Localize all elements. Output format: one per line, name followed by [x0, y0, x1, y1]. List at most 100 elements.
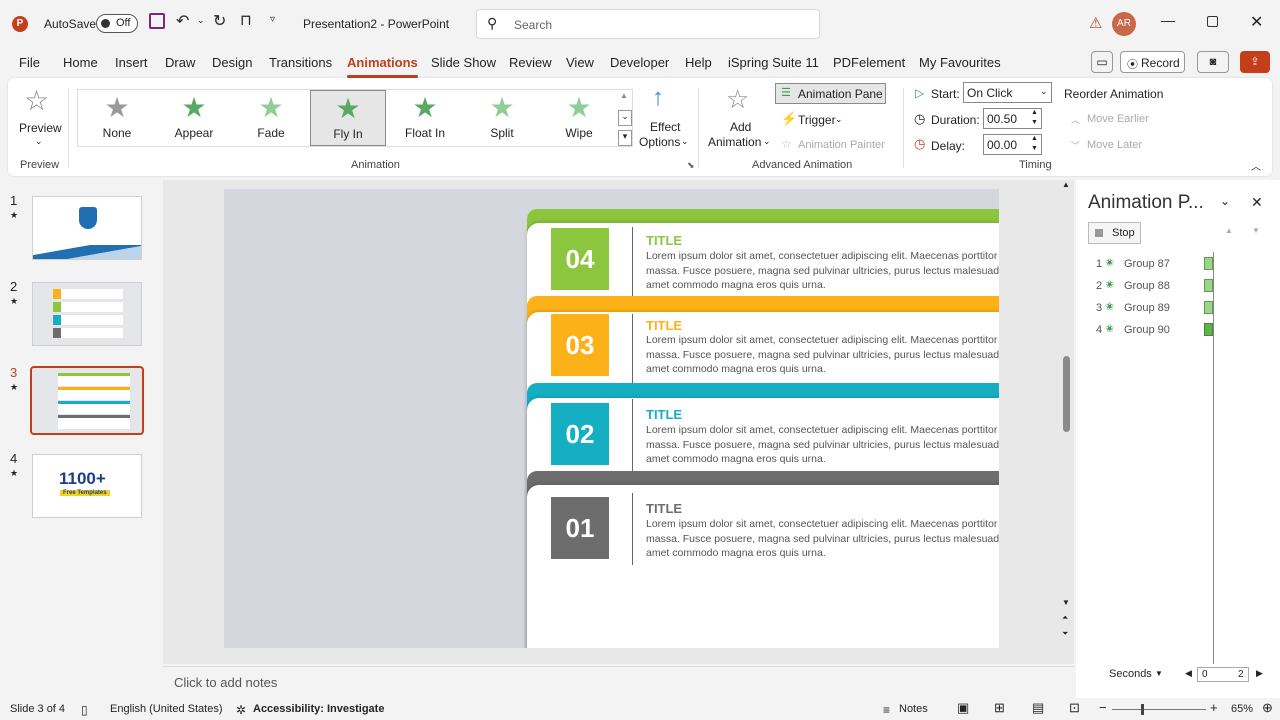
tab-home[interactable]: Home — [63, 55, 98, 70]
spellcheck-icon[interactable]: ▯ — [81, 703, 88, 717]
search-box[interactable]: ⚲ Search — [476, 9, 820, 39]
slide-thumbnail-4[interactable]: 1100+ Free Templates — [32, 454, 142, 518]
animation-none[interactable]: ★ None — [79, 90, 155, 146]
tab-transitions[interactable]: Transitions — [269, 55, 332, 70]
undo-dropdown-icon[interactable]: ⌄ — [197, 15, 205, 26]
add-animation-label-2[interactable]: Animation — [708, 135, 761, 149]
spinner-icon[interactable]: ▲ ▼ — [1031, 108, 1038, 128]
timeline-scale[interactable]: 0 2 — [1197, 667, 1249, 682]
card-01[interactable]: 01 TITLE Lorem ipsum dolor sit amet, con… — [527, 471, 999, 648]
tab-file[interactable]: File — [19, 55, 40, 70]
add-animation-icon[interactable]: ☆ — [726, 84, 749, 115]
effect-options-label-2[interactable]: Options — [639, 135, 680, 149]
preview-button[interactable]: Preview — [19, 121, 62, 135]
tab-animations[interactable]: Animations — [347, 55, 418, 78]
timeline-left-icon[interactable]: ◀ — [1185, 668, 1192, 679]
scroll-up-icon[interactable]: ▲ — [1062, 180, 1070, 189]
gallery-up-icon[interactable]: ▲ — [620, 91, 628, 100]
slide-thumbnail-1[interactable] — [32, 196, 142, 260]
tab-help[interactable]: Help — [685, 55, 712, 70]
zoom-level[interactable]: 65% — [1231, 703, 1253, 715]
dialog-launcher-icon[interactable]: ⬊ — [687, 160, 695, 171]
gallery-more-icon[interactable]: ▾ — [618, 130, 632, 146]
spinner-icon[interactable]: ▲ ▼ — [1031, 134, 1038, 154]
normal-view-icon[interactable]: ▣ — [957, 700, 969, 716]
trigger-icon[interactable]: ⚡ — [781, 111, 797, 127]
fit-slide-icon[interactable]: ⊕ — [1262, 700, 1273, 716]
add-animation-label-1[interactable]: Add — [730, 120, 751, 134]
move-down-icon[interactable]: ▼ — [1252, 226, 1260, 235]
trigger-dropdown-icon[interactable]: ⌄ — [835, 114, 843, 125]
notes-button[interactable]: Notes — [899, 703, 928, 715]
language-label[interactable]: English (United States) — [110, 703, 223, 715]
zoom-in-icon[interactable]: + — [1210, 700, 1218, 715]
slide-thumbnail-3[interactable] — [30, 366, 144, 435]
animation-appear[interactable]: ★ Appear — [156, 90, 232, 146]
zoom-slider[interactable] — [1112, 704, 1206, 715]
tab-my-favourites[interactable]: My Favourites — [919, 55, 1001, 70]
add-animation-dropdown-icon[interactable]: ⌄ — [763, 136, 771, 147]
slideshow-icon[interactable]: ⊡ — [1069, 700, 1080, 716]
effect-options-dropdown-icon[interactable]: ⌄ — [681, 136, 689, 147]
undo-icon[interactable]: ↶ — [176, 11, 189, 31]
tab-draw[interactable]: Draw — [165, 55, 195, 70]
present-icon[interactable]: ⊓ — [240, 11, 252, 29]
tab-view[interactable]: View — [566, 55, 594, 70]
teams-icon[interactable]: ◙ — [1197, 51, 1229, 73]
comments-icon[interactable]: ▭ — [1091, 51, 1113, 73]
zoom-slider-thumb[interactable] — [1141, 704, 1144, 715]
start-select[interactable]: On Click ⌄ — [963, 82, 1052, 103]
close-icon[interactable]: ✕ — [1250, 12, 1263, 32]
animation-fly-in[interactable]: ★ Fly In — [310, 90, 386, 146]
gallery-down-icon[interactable]: ⌄ — [618, 110, 632, 126]
stop-button[interactable]: Stop — [1088, 222, 1141, 244]
tab-developer[interactable]: Developer — [610, 55, 669, 70]
tab-review[interactable]: Review — [509, 55, 552, 70]
animation-split[interactable]: ★ Split — [464, 90, 540, 146]
preview-dropdown-icon[interactable]: ⌄ — [35, 136, 43, 147]
tab-insert[interactable]: Insert — [115, 55, 148, 70]
tab-ispring[interactable]: iSpring Suite 11 — [728, 55, 819, 70]
timeline-right-icon[interactable]: ▶ — [1256, 668, 1263, 679]
save-icon[interactable] — [149, 13, 165, 29]
pane-close-icon[interactable]: ✕ — [1251, 194, 1263, 211]
preview-star-icon[interactable]: ☆ — [24, 84, 49, 117]
restore-icon[interactable] — [1207, 16, 1218, 27]
share-icon[interactable]: ⇪ — [1240, 51, 1270, 73]
redo-icon[interactable]: ↻ — [213, 11, 226, 31]
animation-wipe[interactable]: ★ Wipe — [541, 90, 617, 146]
accessibility-icon[interactable]: ✲ — [236, 703, 246, 717]
duration-input[interactable]: 00.50 ▲ ▼ — [983, 108, 1042, 129]
warning-icon[interactable]: ⚠ — [1089, 14, 1102, 32]
reading-view-icon[interactable]: ▤ — [1032, 700, 1044, 716]
record-button[interactable]: ⦿ Record — [1120, 51, 1185, 73]
slide-thumbnail-2[interactable] — [32, 282, 142, 346]
scroll-down-icon[interactable]: ▼ — [1062, 598, 1070, 607]
zoom-out-icon[interactable]: − — [1099, 700, 1107, 715]
customize-toolbar-icon[interactable]: ▿ — [270, 14, 275, 25]
seconds-dropdown[interactable]: Seconds — [1109, 668, 1152, 680]
vertical-scrollbar[interactable]: ▲ ▼ ⏶ ⏷ — [1062, 180, 1071, 640]
animation-pane-button[interactable]: ☰ Animation Pane — [775, 83, 886, 104]
avatar[interactable]: AR — [1112, 12, 1136, 36]
collapse-ribbon-icon[interactable]: ︿ — [1251, 158, 1261, 173]
autosave-toggle[interactable]: Off — [96, 14, 138, 33]
tab-slide-show[interactable]: Slide Show — [431, 55, 496, 70]
notes-area[interactable]: Click to add notes — [163, 666, 1074, 696]
slide-canvas[interactable]: 04 TITLE Lorem ipsum dolor sit amet, con… — [224, 189, 999, 648]
notes-icon[interactable]: ≡ — [883, 703, 890, 717]
pane-options-icon[interactable]: ⌄ — [1220, 194, 1230, 208]
chevron-down-icon[interactable]: ▼ — [1155, 669, 1163, 678]
animation-fade[interactable]: ★ Fade — [233, 90, 309, 146]
trigger-button[interactable]: Trigger — [798, 113, 836, 127]
slide-sorter-icon[interactable]: ⊞ — [994, 700, 1005, 716]
next-slide-icon[interactable]: ⏷ — [1062, 629, 1068, 639]
accessibility-status[interactable]: Accessibility: Investigate — [253, 703, 384, 715]
delay-input[interactable]: 00.00 ▲ ▼ — [983, 134, 1042, 155]
effect-options-icon[interactable]: ↑ — [652, 84, 664, 112]
effect-options-label-1[interactable]: Effect — [650, 120, 680, 134]
animation-float-in[interactable]: ★ Float In — [387, 90, 463, 146]
move-up-icon[interactable]: ▲ — [1225, 226, 1233, 235]
minimize-icon[interactable]: — — [1161, 12, 1175, 28]
previous-slide-icon[interactable]: ⏶ — [1062, 613, 1068, 623]
